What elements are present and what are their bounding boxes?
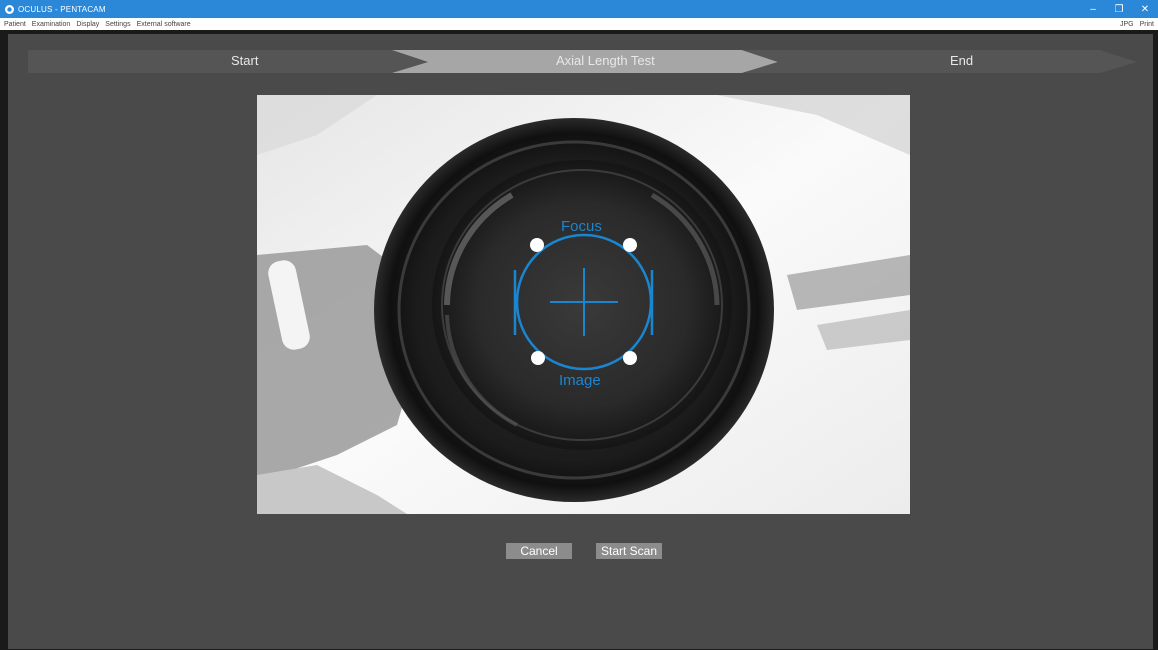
menu-examination[interactable]: Examination bbox=[32, 21, 71, 28]
print-button[interactable]: Print bbox=[1140, 21, 1154, 28]
window-controls: – ❐ ✕ bbox=[1080, 0, 1158, 18]
menu-display[interactable]: Display bbox=[76, 21, 99, 28]
eye-camera-view[interactable]: Focus Image bbox=[257, 95, 910, 514]
window-title: OCULUS - PENTACAM bbox=[18, 4, 106, 14]
menu-external-software[interactable]: External software bbox=[137, 21, 191, 28]
title-bar: OCULUS - PENTACAM – ❐ ✕ bbox=[0, 0, 1158, 18]
reflection-dot-bottom-left bbox=[531, 351, 545, 365]
step-end-label: End bbox=[950, 53, 974, 68]
reflection-dot-top-right bbox=[623, 238, 637, 252]
menu-settings[interactable]: Settings bbox=[105, 21, 130, 28]
restore-button[interactable]: ❐ bbox=[1106, 0, 1132, 18]
focus-reticle-overlay bbox=[513, 233, 654, 371]
menu-bar: Patient Examination Display Settings Ext… bbox=[0, 18, 1158, 30]
close-button[interactable]: ✕ bbox=[1132, 0, 1158, 18]
image-label: Image bbox=[559, 372, 601, 389]
reflection-dot-bottom-right bbox=[623, 351, 637, 365]
cancel-button[interactable]: Cancel bbox=[506, 543, 572, 559]
reflection-dot-top-left bbox=[530, 238, 544, 252]
start-scan-button[interactable]: Start Scan bbox=[596, 543, 662, 559]
focus-label: Focus bbox=[561, 218, 602, 235]
jpg-export-button[interactable]: JPG bbox=[1120, 21, 1134, 28]
menu-patient[interactable]: Patient bbox=[4, 21, 26, 28]
step-axial-length-label: Axial Length Test bbox=[556, 53, 655, 68]
oculus-app-icon bbox=[3, 3, 15, 15]
step-start-label: Start bbox=[231, 53, 259, 68]
minimize-button[interactable]: – bbox=[1080, 0, 1106, 18]
